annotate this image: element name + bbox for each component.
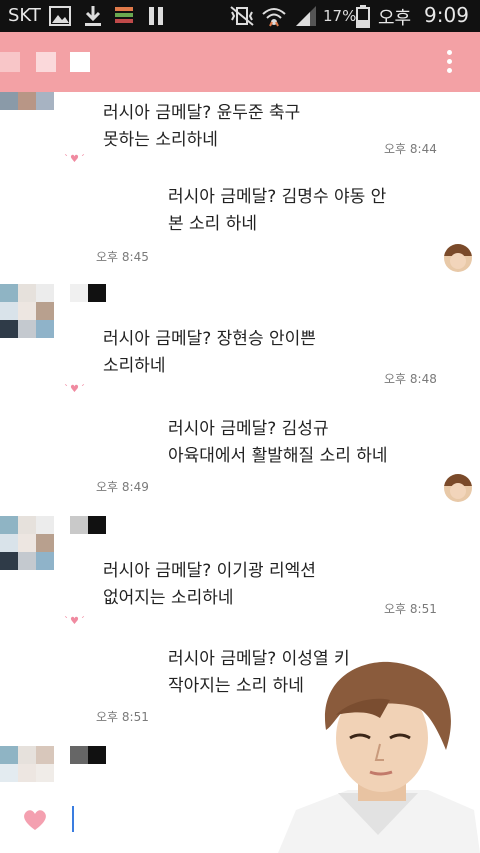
message-text: 러시아 금메달? 김명수 야동 안 본 소리 하네	[168, 187, 387, 234]
my-avatar[interactable]	[444, 244, 472, 272]
message-time: 오후 8:45	[96, 250, 149, 264]
app-icon	[113, 4, 135, 32]
message-time: 오후 8:49	[96, 480, 149, 494]
sender-name-mosaic	[70, 746, 106, 764]
sender-name-mosaic	[70, 516, 106, 534]
room-title-mosaic	[0, 52, 20, 72]
status-bar: SKT 17% 오후 9:09	[0, 0, 480, 32]
wifi-icon	[260, 4, 288, 32]
message-text: 러시아 금메달? 장현승 안이쁜 소리하네	[103, 329, 316, 376]
heart-icon: `♥´	[64, 616, 86, 627]
heart-icon: `♥´	[64, 384, 86, 395]
sender-avatar[interactable]	[0, 92, 54, 110]
message-time: 오후 8:48	[384, 372, 437, 386]
sender-name-mosaic	[70, 284, 106, 302]
clock: 9:09	[424, 3, 469, 27]
room-title-mosaic	[36, 52, 56, 72]
chat-header	[0, 32, 480, 92]
more-vert-icon[interactable]	[444, 50, 454, 76]
heart-icon[interactable]	[20, 804, 50, 834]
message-time: 오후 8:51	[96, 710, 149, 724]
pause-icon	[146, 4, 166, 32]
battery-icon	[355, 4, 371, 32]
signal-icon	[294, 4, 320, 32]
room-title-mosaic	[70, 52, 90, 72]
message-text: 러시아 금메달? 이기광 리엑션 없어지는 소리하네	[103, 561, 316, 608]
message-time: 오후 8:51	[384, 602, 437, 616]
message-input[interactable]	[72, 806, 74, 832]
battery-percent: 17%	[323, 7, 357, 25]
message-text: 러시아 금메달? 윤두준 축구 못하는 소리하네	[103, 103, 301, 150]
carrier-label: SKT	[8, 5, 41, 26]
download-icon	[82, 4, 104, 32]
message-time: 오후 8:44	[384, 142, 437, 156]
vibrate-mute-icon	[228, 4, 256, 32]
my-avatar[interactable]	[444, 474, 472, 502]
heart-icon: `♥´	[64, 154, 86, 165]
sticker-photo	[278, 660, 480, 853]
gallery-icon	[48, 4, 72, 32]
sender-avatar[interactable]	[0, 284, 54, 338]
sender-avatar[interactable]	[0, 516, 54, 570]
sender-avatar[interactable]	[0, 746, 54, 794]
message-text: 러시아 금메달? 김성규 아육대에서 활발해질 소리 하네	[168, 419, 388, 466]
time-period-label: 오후	[378, 8, 412, 29]
